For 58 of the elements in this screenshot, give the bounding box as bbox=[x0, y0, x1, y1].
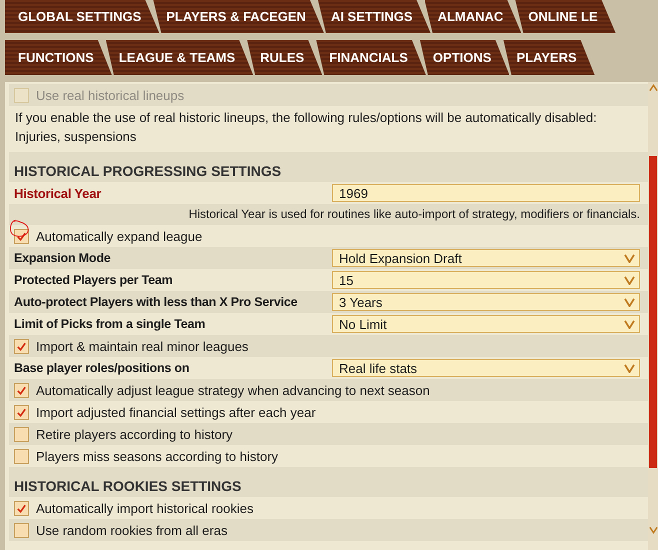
tab[interactable]: AI SETTINGS bbox=[318, 0, 431, 33]
field-label: Base player roles/positions on bbox=[14, 361, 190, 375]
checkbox[interactable] bbox=[14, 338, 29, 354]
input-field[interactable]: 1969 bbox=[332, 184, 640, 202]
tab[interactable]: GLOBAL SETTINGS bbox=[5, 0, 160, 33]
checkbox-label: Import adjusted financial settings after each year bbox=[36, 404, 316, 420]
chevron-down-icon bbox=[624, 298, 635, 306]
checkbox[interactable] bbox=[14, 522, 29, 538]
section-heading: HISTORICAL PROGRESSING SETTINGS bbox=[14, 163, 282, 179]
tab[interactable]: OPTIONS bbox=[420, 40, 510, 75]
tab[interactable]: ALMANAC bbox=[424, 0, 522, 33]
checkbox-label: Automatically expand league bbox=[36, 228, 202, 244]
field-label: Limit of Picks from a single Team bbox=[14, 317, 206, 331]
checkbox[interactable] bbox=[14, 426, 29, 442]
checkbox[interactable] bbox=[14, 382, 29, 398]
field-label: Expansion Mode bbox=[14, 251, 111, 265]
checkbox-label: Automatically import historical rookies bbox=[36, 500, 254, 516]
checkmark-icon bbox=[16, 230, 27, 242]
field-label: Historical Year bbox=[14, 186, 102, 200]
checkmark-icon bbox=[16, 406, 27, 418]
dropdown[interactable]: 3 Years bbox=[332, 293, 640, 311]
checkbox-label: Retire players according to history bbox=[36, 426, 233, 442]
checkbox[interactable] bbox=[14, 448, 29, 464]
scrollbar-thumb[interactable] bbox=[649, 156, 657, 468]
checkmark-icon bbox=[16, 502, 27, 514]
tab[interactable]: PLAYERS & FACEGEN bbox=[153, 0, 324, 33]
checkbox-label: Automatically adjust league strategy when advancing to next season bbox=[36, 382, 430, 398]
scrollbar[interactable] bbox=[648, 82, 658, 550]
tab[interactable]: RULES bbox=[247, 40, 322, 75]
chevron-down-icon bbox=[624, 254, 635, 262]
chevron-down-icon bbox=[624, 364, 635, 372]
field-label: Protected Players per Team bbox=[14, 273, 173, 287]
note-text: If you enable the use of real historic lineups, the following rules/options will be automatically disabled: Injuries, suspensions bbox=[14, 109, 598, 146]
tab[interactable]: PLAYERS bbox=[503, 40, 595, 75]
dropdown[interactable]: Real life stats bbox=[332, 359, 640, 377]
checkbox-label: Use real historical lineups bbox=[36, 88, 184, 102]
tab[interactable]: LEAGUE & TEAMS bbox=[106, 40, 254, 75]
checkbox[interactable] bbox=[14, 404, 29, 420]
tab[interactable]: ONLINE LE bbox=[515, 0, 616, 33]
scroll-up-icon[interactable] bbox=[648, 84, 658, 92]
hint-text: Historical Year is used for routines like auto-import of strategy, modifiers or financials. bbox=[188, 207, 640, 221]
dropdown[interactable]: 15 bbox=[332, 271, 640, 289]
checkmark-icon bbox=[16, 384, 27, 396]
chevron-down-icon bbox=[624, 320, 635, 328]
scroll-down-icon[interactable] bbox=[648, 526, 658, 534]
checkbox[interactable] bbox=[14, 500, 29, 516]
checkbox[interactable] bbox=[14, 228, 29, 244]
section-heading: HISTORICAL ROOKIES SETTINGS bbox=[14, 478, 242, 494]
checkbox-label: Use random rookies from all eras bbox=[36, 522, 228, 538]
tab[interactable]: FUNCTIONS bbox=[5, 40, 112, 75]
tab[interactable]: FINANCIALS bbox=[316, 40, 426, 75]
checkmark-icon bbox=[16, 340, 27, 352]
checkbox-label: Players miss seasons according to history bbox=[36, 448, 278, 464]
dropdown[interactable]: No Limit bbox=[332, 315, 640, 333]
field-label: Auto-protect Players with less than X Pro Service bbox=[14, 295, 298, 309]
checkbox-label: Import & maintain real minor leagues bbox=[36, 338, 248, 354]
dropdown[interactable]: Hold Expansion Draft bbox=[332, 249, 640, 267]
chevron-down-icon bbox=[624, 276, 635, 284]
